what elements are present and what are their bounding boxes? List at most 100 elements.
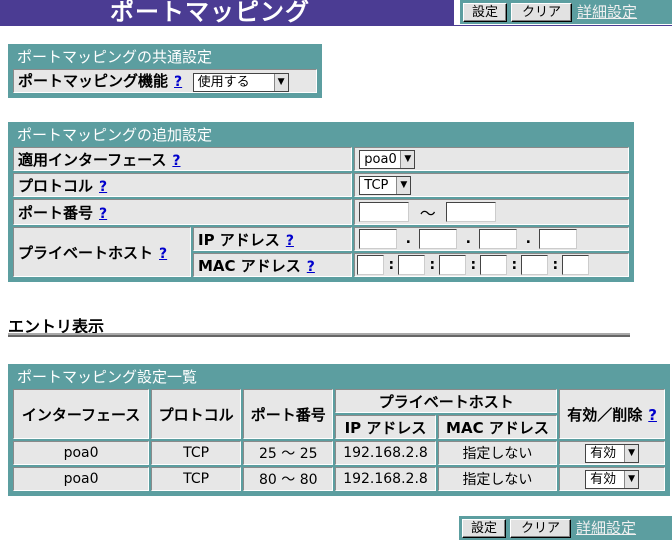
advanced-settings-link-bottom[interactable]: 詳細設定 [576, 519, 636, 537]
mac-octet-4-input[interactable] [480, 255, 508, 275]
protocol-label-cell: プロトコル? [13, 173, 353, 197]
ip-separator: . [465, 231, 471, 247]
row-ip: 192.168.2.8 [335, 441, 436, 465]
row-protocol: TCP [151, 441, 242, 465]
common-settings-panel: ポートマッピングの共通設定 ポートマッピング機能? 使用する ▼ [8, 44, 322, 98]
mac-value-cell: ::::: [354, 253, 629, 277]
page-title: ポートマッピング [0, 0, 454, 26]
interface-value-cell: poa0 ▼ [354, 147, 629, 171]
protocol-value-cell: TCP ▼ [354, 173, 629, 197]
section-divider [8, 333, 630, 337]
mac-octet-6-input[interactable] [562, 255, 590, 275]
row-interface: poa0 [13, 441, 150, 465]
row-status-cell: 有効 ▼ [559, 441, 665, 465]
col-header-port: ポート番号 [243, 389, 334, 439]
mac-separator: : [470, 257, 477, 273]
feature-select[interactable]: 使用する ▼ [192, 72, 289, 92]
row-port: 80 〜 80 [243, 467, 334, 491]
protocol-help-link[interactable]: ? [99, 179, 107, 195]
enable-delete-help-link[interactable]: ? [648, 406, 657, 424]
col-header-mac: MAC アドレス [437, 415, 558, 439]
mac-separator: : [429, 257, 436, 273]
title-underline [454, 25, 672, 26]
row-interface: poa0 [13, 467, 150, 491]
mac-octet-1-input[interactable] [357, 255, 385, 275]
mac-label: MAC アドレス [198, 256, 301, 275]
bottom-button-group: 設定 クリア 詳細設定 [459, 516, 672, 540]
ip-octet-1-input[interactable] [359, 229, 398, 249]
port-label: ポート番号 [18, 203, 94, 222]
mac-octet-3-input[interactable] [439, 255, 467, 275]
mac-separator: : [388, 257, 395, 273]
mapping-list-panel: ポートマッピング設定一覧 インターフェース プロトコル ポート番号 プライベート… [8, 364, 670, 496]
common-settings-title: ポートマッピングの共通設定 [17, 48, 213, 66]
ip-octet-4-input[interactable] [539, 229, 578, 249]
protocol-select-value: TCP [364, 177, 389, 193]
port-range-separator: 〜 [419, 204, 436, 223]
ip-octet-3-input[interactable] [479, 229, 518, 249]
row-ip: 192.168.2.8 [335, 467, 436, 491]
ip-label: IP アドレス [198, 230, 280, 249]
mac-separator: : [511, 257, 518, 273]
private-host-label-cell: プライベートホスト? [13, 227, 191, 277]
col-header-enable-delete: 有効／削除? [559, 389, 665, 439]
row-mac: 指定しない [437, 441, 558, 465]
feature-label: ポートマッピング機能 [18, 72, 169, 91]
col-header-protocol: プロトコル [151, 389, 242, 439]
private-host-help-link[interactable]: ? [159, 246, 167, 262]
private-host-label: プライベートホスト [18, 243, 154, 262]
ip-help-link[interactable]: ? [286, 233, 294, 249]
mac-help-link[interactable]: ? [307, 259, 315, 275]
mac-octet-2-input[interactable] [398, 255, 426, 275]
table-row: poa0 TCP 25 〜 25 192.168.2.8 指定しない 有効 ▼ [13, 441, 665, 465]
port-label-cell: ポート番号? [13, 199, 353, 225]
ip-label-cell: IP アドレス? [193, 227, 353, 251]
top-button-group: 設定 クリア 詳細設定 [460, 0, 672, 24]
advanced-settings-link-top[interactable]: 詳細設定 [577, 3, 637, 21]
chevron-down-icon: ▼ [624, 470, 639, 488]
set-button-top[interactable]: 設定 [463, 2, 508, 22]
interface-label-cell: 適用インターフェース? [13, 147, 353, 171]
port-start-input[interactable] [359, 202, 410, 222]
mac-octet-5-input[interactable] [521, 255, 549, 275]
row-protocol: TCP [151, 467, 242, 491]
protocol-label: プロトコル [18, 176, 94, 195]
mac-separator: : [552, 257, 559, 273]
interface-label: 適用インターフェース [18, 150, 167, 169]
row-status-value: 有効 [590, 471, 617, 487]
row-status-cell: 有効 ▼ [559, 467, 665, 491]
feature-select-value: 使用する [197, 74, 250, 90]
ip-octet-2-input[interactable] [419, 229, 458, 249]
mapping-list-title: ポートマッピング設定一覧 [17, 368, 198, 386]
port-value-cell: 〜 [354, 199, 629, 225]
chevron-down-icon: ▼ [624, 444, 639, 462]
interface-help-link[interactable]: ? [172, 153, 180, 169]
row-status-value: 有効 [590, 445, 617, 461]
port-end-input[interactable] [446, 202, 497, 222]
protocol-select[interactable]: TCP ▼ [359, 175, 412, 195]
col-header-private-host: プライベートホスト [335, 389, 558, 413]
clear-button-bottom[interactable]: クリア [510, 518, 572, 538]
interface-select-value: poa0 [364, 151, 397, 167]
mac-label-cell: MAC アドレス? [193, 253, 353, 277]
feature-label-cell: ポートマッピング機能? 使用する ▼ [13, 69, 317, 93]
feature-help-link[interactable]: ? [174, 74, 182, 90]
row-status-select[interactable]: 有効 ▼ [585, 443, 640, 463]
port-help-link[interactable]: ? [99, 206, 107, 222]
ip-separator: . [405, 231, 411, 247]
chevron-down-icon: ▼ [273, 73, 288, 91]
table-row: poa0 TCP 80 〜 80 192.168.2.8 指定しない 有効 ▼ [13, 467, 665, 491]
row-mac: 指定しない [437, 467, 558, 491]
ip-value-cell: ... [354, 227, 629, 251]
col-header-ip: IP アドレス [335, 415, 436, 439]
col-header-interface: インターフェース [13, 389, 150, 439]
interface-select[interactable]: poa0 ▼ [359, 149, 416, 169]
row-port: 25 〜 25 [243, 441, 334, 465]
set-button-bottom[interactable]: 設定 [462, 518, 507, 538]
row-status-select[interactable]: 有効 ▼ [585, 469, 640, 489]
ip-separator: . [525, 231, 531, 247]
chevron-down-icon: ▼ [400, 150, 415, 168]
clear-button-top[interactable]: クリア [511, 2, 573, 22]
add-settings-title: ポートマッピングの追加設定 [17, 126, 213, 144]
enable-delete-label: 有効／削除 [567, 405, 643, 424]
